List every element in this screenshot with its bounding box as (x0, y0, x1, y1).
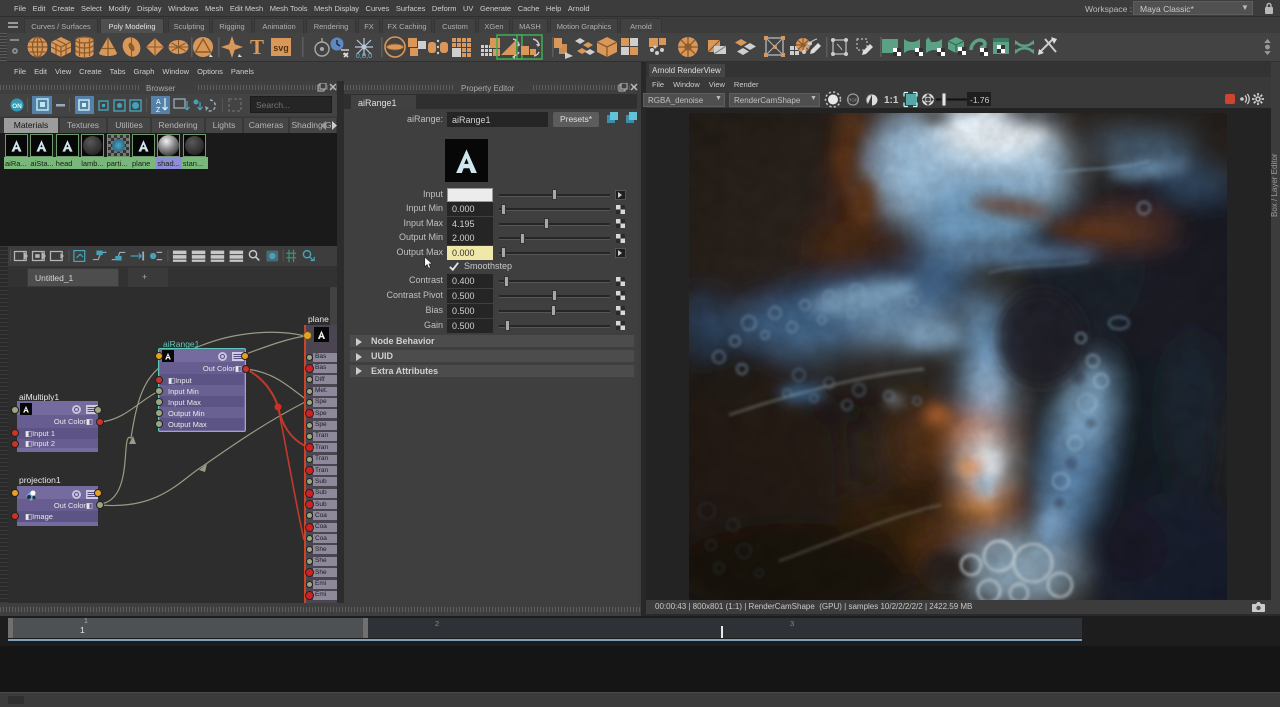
svg-text:RGB: RGB (848, 98, 858, 103)
svg-text:Box / Layer Editor: Box / Layer Editor (1270, 153, 1279, 217)
svg-text:1:1: 1:1 (884, 95, 899, 106)
svg-text:0,0,0: 0,0,0 (356, 51, 373, 60)
